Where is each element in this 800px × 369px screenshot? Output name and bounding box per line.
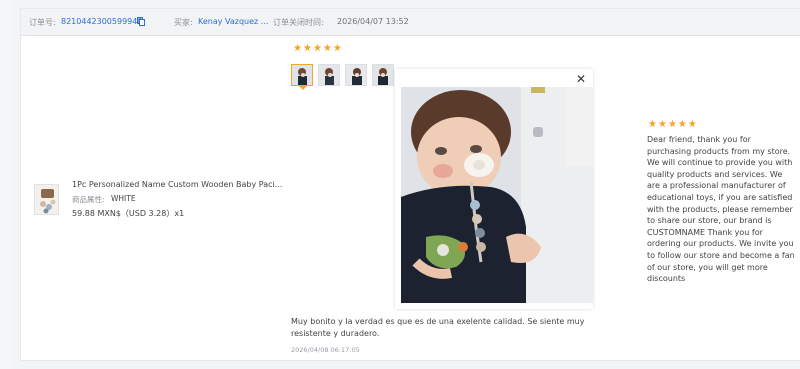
review-date: 2026/04/08 06:17:05 (291, 346, 360, 354)
buyer-name-link[interactable]: Kenay Vazquez ... (198, 17, 268, 26)
selected-thumb-indicator (299, 86, 307, 90)
product-title[interactable]: 1Pc Personalized Name Custom Wooden Baby… (72, 180, 282, 189)
seller-reply-rating-stars: ★ ★ ★ ★ ★ (648, 120, 697, 130)
close-time-label: 订单关闭时间: (273, 18, 324, 27)
review-photo-thumb-1[interactable] (291, 64, 313, 86)
review-photo-preview (401, 87, 594, 303)
review-photo-thumbnails (291, 64, 394, 86)
star-icon: ★ (332, 43, 342, 54)
product-price: 59.88 MXN$（USD 3.28）x1 (72, 209, 185, 218)
product-attribute-value: WHITE (111, 194, 136, 203)
star-icon: ★ (687, 119, 697, 130)
review-photo-thumb-4[interactable] (372, 64, 394, 86)
review-photo-thumb-3[interactable] (345, 64, 367, 86)
star-icon: ★ (293, 43, 302, 54)
order-number-link[interactable]: 8210442300599948 (61, 17, 142, 26)
star-icon: ★ (657, 119, 667, 130)
star-icon: ★ (302, 43, 312, 54)
page-left-strip (0, 0, 12, 369)
product-thumbnail[interactable] (34, 184, 59, 215)
star-icon: ★ (677, 119, 687, 130)
seller-reply-text: Dear friend, thank you for purchasing pr… (647, 135, 795, 284)
close-time-value: 2026/04/07 13:52 (337, 17, 409, 26)
buyer-label: 买家: (174, 18, 193, 27)
review-text: Muy bonito y la verdad es que es de una … (291, 317, 585, 338)
copy-icon[interactable] (137, 17, 145, 26)
star-icon: ★ (322, 43, 332, 54)
product-attribute-label: 商品属性: (72, 195, 105, 204)
order-header: 订单号: 8210442300599948 买家: Kenay Vazquez … (21, 9, 800, 36)
review-photo-thumb-2[interactable] (318, 64, 340, 86)
review-rating-stars: ★ ★ ★ ★ ★ (293, 44, 342, 54)
star-icon: ★ (648, 119, 657, 130)
order-number-label: 订单号: (29, 18, 56, 27)
order-review-card: 订单号: 8210442300599948 买家: Kenay Vazquez … (20, 8, 800, 361)
close-icon[interactable]: ✕ (576, 73, 586, 85)
star-icon: ★ (312, 43, 322, 54)
star-icon: ★ (667, 119, 677, 130)
